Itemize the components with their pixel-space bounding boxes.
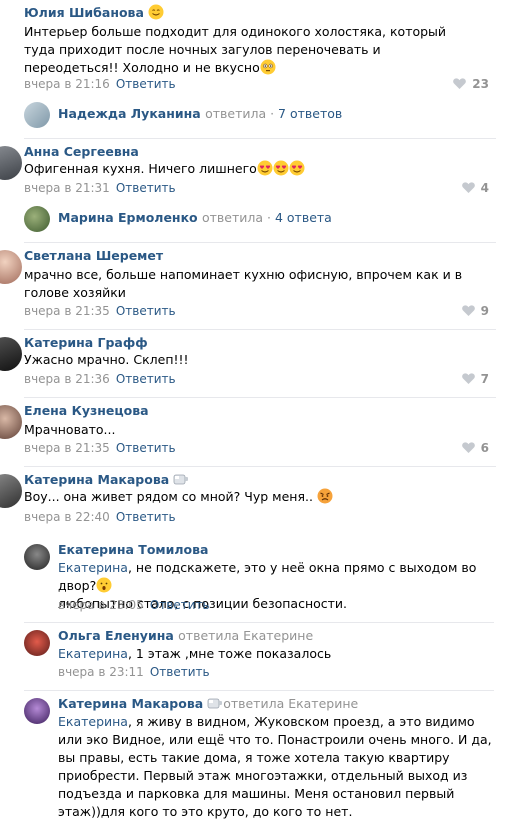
smiling-face-icon xyxy=(148,4,164,20)
like-count: 4 xyxy=(480,181,489,195)
reply-verb: ответила Екатерине xyxy=(178,628,314,643)
comment-author[interactable]: Светлана Шеремет xyxy=(24,248,163,263)
avatar[interactable] xyxy=(24,102,50,128)
reply-button[interactable]: Ответить xyxy=(116,510,176,524)
comment-text: Интерьер больше подходит для одинокого х… xyxy=(24,24,447,75)
comment-text: Ужасно мрачно. Склеп!!! xyxy=(24,352,189,367)
avatar[interactable] xyxy=(24,698,50,724)
like-count: 7 xyxy=(480,372,489,386)
reply-text: Екатерина, я живу в видном, Жуковском пр… xyxy=(58,714,492,819)
comment-text: Офигенная кухня. Ничего лишнего xyxy=(24,160,479,178)
separator xyxy=(24,690,494,691)
comment-author[interactable]: Юлия Шибанова xyxy=(24,4,164,20)
comment-meta: вчера в 22:40 Ответить xyxy=(24,510,176,524)
like-count: 9 xyxy=(480,304,489,318)
heart-icon xyxy=(461,305,475,316)
heart-icon xyxy=(461,373,475,384)
thread-author[interactable]: Надежда Луканина xyxy=(58,106,201,121)
reply-button[interactable]: Ответить xyxy=(116,181,176,195)
reply-meta: вчера в 23:11 Ответить xyxy=(58,665,210,679)
reply-meta: вчера в 23:05 Ответить xyxy=(58,598,210,612)
comment-author-name[interactable]: Юлия Шибанова xyxy=(24,5,144,20)
addressee-link[interactable]: Екатерина xyxy=(58,560,128,575)
reply-button[interactable]: Ответить xyxy=(150,665,210,679)
like-count: 23 xyxy=(472,77,489,91)
comment-meta: вчера в 21:31 Ответить xyxy=(24,181,176,195)
comment-text: мрачно все, больше напоминает кухню офис… xyxy=(24,267,463,300)
like-button[interactable]: 23 xyxy=(453,77,489,91)
like-button[interactable]: 4 xyxy=(461,181,489,195)
reply-verb: ответила Екатерине xyxy=(223,696,359,711)
like-count: 6 xyxy=(480,441,489,455)
angry-face-icon xyxy=(317,488,333,504)
separator xyxy=(24,138,496,139)
reply-time[interactable]: вчера в 23:11 xyxy=(58,665,144,679)
avatar[interactable] xyxy=(0,405,22,439)
comment-author-name[interactable]: Катерина Макарова xyxy=(24,472,169,487)
comment-time[interactable]: вчера в 21:36 xyxy=(24,372,110,386)
thread-author[interactable]: Марина Ермоленко xyxy=(58,210,198,225)
thread-reply-count[interactable]: 7 ответов xyxy=(278,106,342,121)
reply-author[interactable]: Екатерина Томилова xyxy=(58,542,209,557)
separator xyxy=(24,466,496,467)
heart-icon xyxy=(461,182,475,193)
comment-author[interactable]: Катерина Графф xyxy=(24,335,148,350)
comment-time[interactable]: вчера в 21:16 xyxy=(24,77,110,91)
separator xyxy=(24,397,496,398)
reply-button[interactable]: Ответить xyxy=(116,441,176,455)
addressee-link[interactable]: Екатерина xyxy=(58,714,128,729)
separator xyxy=(24,242,496,243)
comment-time[interactable]: вчера в 21:35 xyxy=(24,441,110,455)
flushed-face-icon xyxy=(260,59,276,75)
avatar[interactable] xyxy=(24,206,50,232)
heart-eyes-icon xyxy=(257,160,305,176)
like-button[interactable]: 7 xyxy=(461,372,489,386)
replies-thread-link[interactable]: Надежда Луканина ответила · 7 ответов xyxy=(24,102,494,128)
fridge-icon xyxy=(173,474,189,485)
reply-author[interactable]: Катерина Макарова ответила Екатерине xyxy=(58,696,358,711)
comment-text: Воу... она живет рядом со мной? Чур меня… xyxy=(24,488,333,506)
comment-meta: вчера в 21:35 Ответить xyxy=(24,304,176,318)
comment-time[interactable]: вчера в 22:40 xyxy=(24,510,110,524)
comment-text: Мрачновато... xyxy=(24,422,116,437)
addressee-link[interactable]: Екатерина xyxy=(58,646,128,661)
reply-button[interactable]: Ответить xyxy=(116,372,176,386)
comment-meta: вчера в 21:16 Ответить xyxy=(24,77,176,91)
thread-verb: ответила xyxy=(205,106,267,121)
thread-verb: ответила xyxy=(202,210,264,225)
like-button[interactable]: 9 xyxy=(461,304,489,318)
reply-button[interactable]: Ответить xyxy=(116,77,176,91)
avatar[interactable] xyxy=(24,544,50,570)
reply-button[interactable]: Ответить xyxy=(116,304,176,318)
comment-time[interactable]: вчера в 21:31 xyxy=(24,181,110,195)
comments-feed: Юлия Шибанова Интерьер больше подходит д… xyxy=(0,0,516,820)
comment-time[interactable]: вчера в 21:35 xyxy=(24,304,110,318)
avatar[interactable] xyxy=(0,146,22,180)
avatar[interactable] xyxy=(0,337,22,371)
comment-author[interactable]: Катерина Макарова xyxy=(24,472,189,487)
reply-author[interactable]: Ольга Еленуина ответила Екатерине xyxy=(58,628,313,643)
fridge-icon xyxy=(207,698,223,709)
separator xyxy=(24,329,496,330)
comment-meta: вчера в 21:36 Ответить xyxy=(24,372,176,386)
heart-icon xyxy=(461,442,475,453)
avatar[interactable] xyxy=(0,250,22,284)
like-button[interactable]: 6 xyxy=(461,441,489,455)
open-mouth-face-icon xyxy=(96,577,112,593)
reply-time[interactable]: вчера в 23:05 xyxy=(58,598,144,612)
separator xyxy=(24,622,494,623)
comment-author[interactable]: Елена Кузнецова xyxy=(24,403,149,418)
comment-meta: вчера в 21:35 Ответить xyxy=(24,441,176,455)
thread-reply-count[interactable]: 4 ответа xyxy=(275,210,332,225)
heart-icon xyxy=(453,78,467,89)
avatar[interactable] xyxy=(24,630,50,656)
reply-text: Екатерина, 1 этаж ,мне тоже показалось xyxy=(58,646,332,661)
comment-author[interactable]: Анна Сергеевна xyxy=(24,144,139,159)
reply-button[interactable]: Ответить xyxy=(150,598,210,612)
replies-thread-link[interactable]: Марина Ермоленко ответила · 4 ответа xyxy=(24,206,494,232)
avatar[interactable] xyxy=(0,474,22,508)
